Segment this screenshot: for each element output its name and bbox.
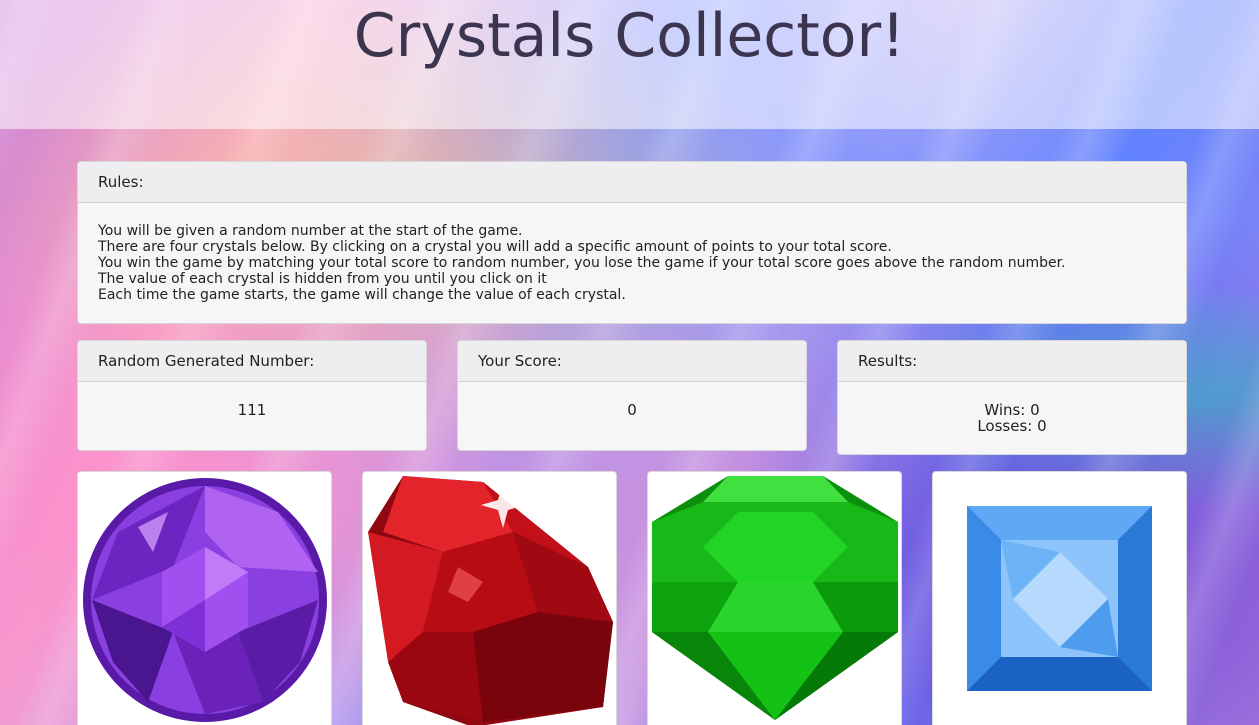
rules-text: You will be given a random number at the… bbox=[78, 203, 1186, 303]
random-number-value: 111 bbox=[237, 401, 267, 419]
blue-square-gem-icon bbox=[967, 506, 1152, 691]
purple-round-gem-icon bbox=[83, 478, 327, 722]
results-body: Wins: 0 Losses: 0 bbox=[838, 382, 1186, 434]
green-emerald-gem-icon bbox=[652, 476, 898, 720]
red-ruby-gem-icon bbox=[368, 476, 613, 725]
score-value: 0 bbox=[627, 401, 637, 419]
results-heading: Results: bbox=[838, 341, 1186, 382]
score-card: Your Score: 0 bbox=[457, 340, 807, 451]
crystal-button-purple[interactable] bbox=[77, 471, 332, 725]
score-heading: Your Score: bbox=[458, 341, 806, 382]
header-banner: Crystals Collector! bbox=[0, 0, 1259, 129]
rules-line: The value of each crystal is hidden from… bbox=[98, 271, 547, 287]
crystal-button-blue[interactable] bbox=[932, 471, 1187, 725]
rules-line: You will be given a random number at the… bbox=[98, 223, 523, 239]
rules-line: You win the game by matching your total … bbox=[98, 255, 1066, 271]
rules-card: Rules: You will be given a random number… bbox=[77, 161, 1187, 324]
crystal-button-green[interactable] bbox=[647, 471, 902, 725]
losses-count: Losses: 0 bbox=[977, 417, 1047, 435]
random-number-heading: Random Generated Number: bbox=[78, 341, 426, 382]
rules-line: Each time the game starts, the game will… bbox=[98, 287, 626, 303]
results-card: Results: Wins: 0 Losses: 0 bbox=[837, 340, 1187, 455]
wins-count: Wins: 0 bbox=[984, 401, 1040, 419]
crystal-button-red[interactable] bbox=[362, 471, 617, 725]
rules-line: There are four crystals below. By clicki… bbox=[98, 239, 892, 255]
page-title: Crystals Collector! bbox=[353, 1, 906, 71]
random-number-card: Random Generated Number: 111 bbox=[77, 340, 427, 451]
rules-heading: Rules: bbox=[78, 162, 1186, 203]
